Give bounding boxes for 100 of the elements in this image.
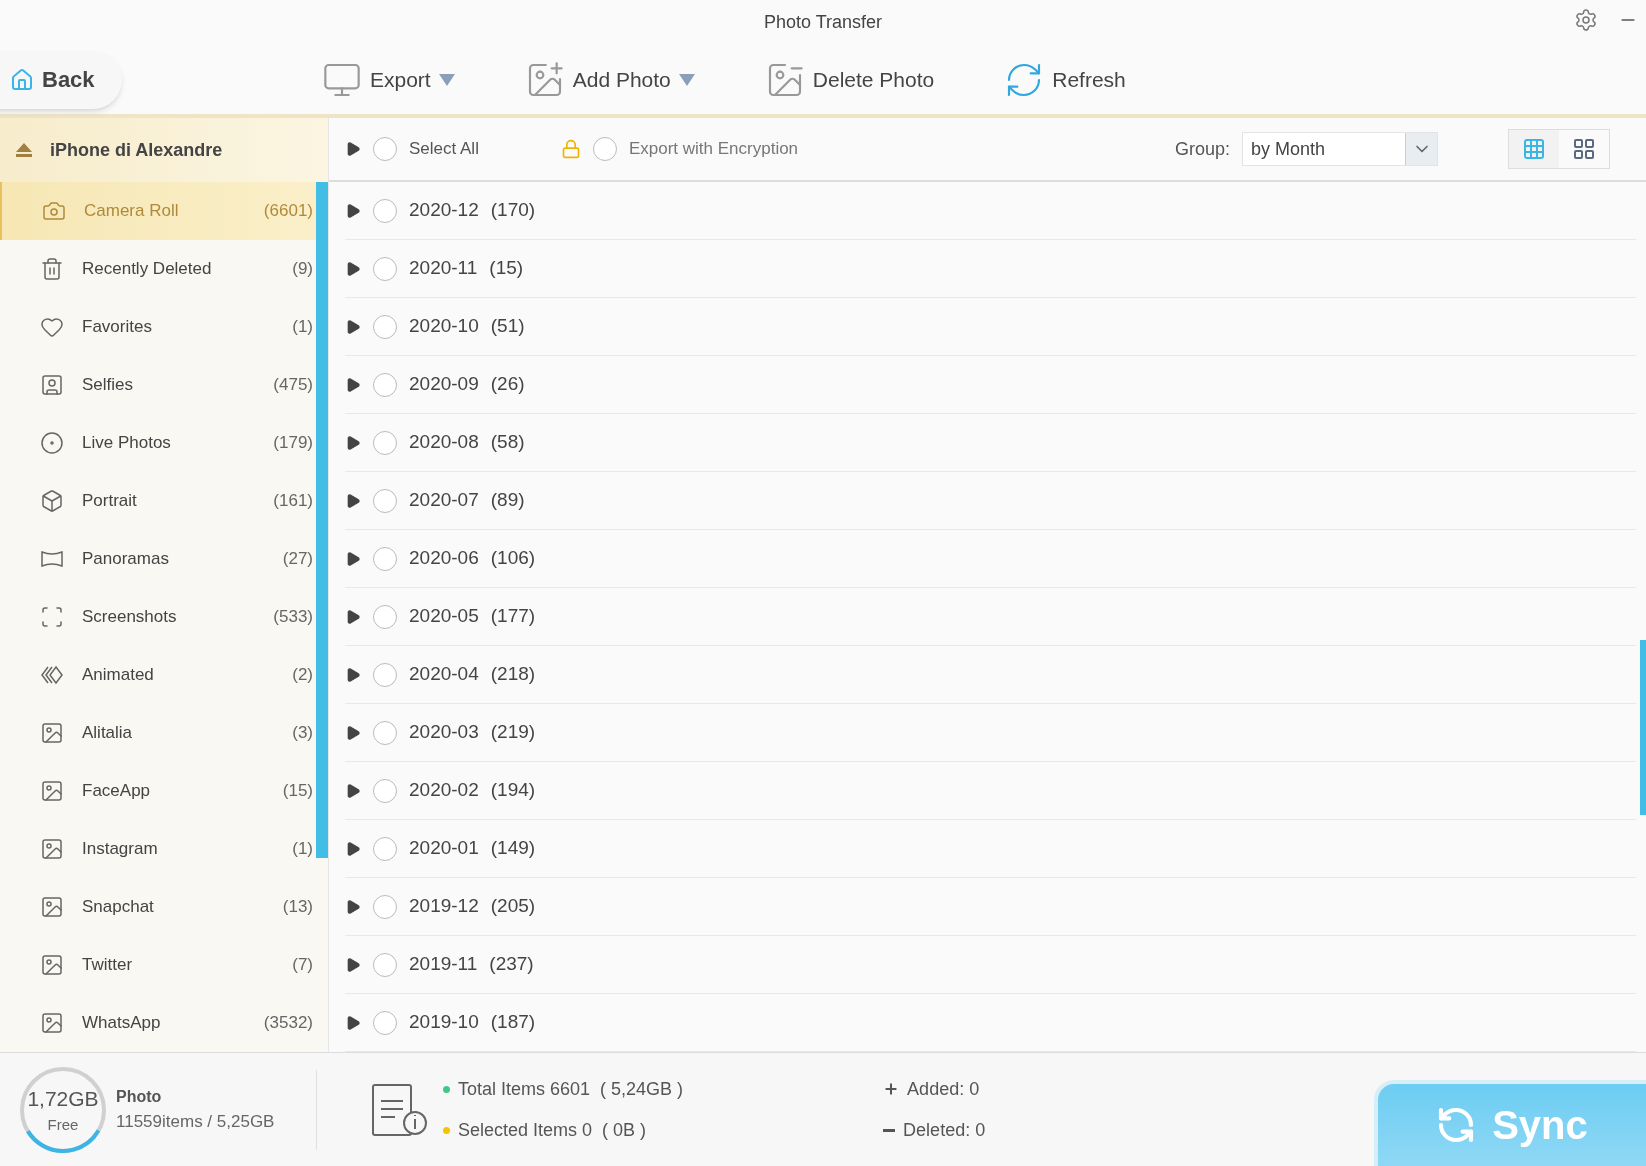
group-label: Group: — [1174, 137, 1230, 161]
expand-icon[interactable] — [345, 492, 361, 509]
expand-icon[interactable] — [345, 724, 361, 741]
group-month: 2020-10 — [409, 314, 479, 339]
group-checkbox[interactable] — [373, 894, 397, 919]
window-title: Photo Transfer — [763, 11, 883, 34]
group-count: (106) — [490, 546, 536, 571]
group-count: (218) — [490, 662, 536, 687]
toolbar-button[interactable]: Export — [322, 59, 455, 100]
expand-icon[interactable] — [345, 141, 361, 157]
group-checkbox[interactable] — [373, 952, 397, 977]
group-month: 2020-01 — [409, 836, 479, 861]
album-icon — [40, 1011, 64, 1035]
dropdown-arrow-icon[interactable] — [678, 73, 695, 86]
sidebar-item[interactable]: Selfies (475) — [0, 356, 316, 414]
group-count: (15) — [489, 256, 524, 281]
scrollbar-thumb[interactable] — [1640, 640, 1646, 815]
group-checkbox[interactable] — [373, 836, 397, 861]
expand-icon[interactable] — [345, 956, 361, 973]
group-month: 2020-07 — [409, 488, 479, 513]
group-checkbox[interactable] — [373, 1010, 397, 1035]
expand-icon[interactable] — [345, 608, 361, 625]
group-month: 2019-11 — [409, 952, 478, 977]
large-grid-icon — [1572, 137, 1596, 161]
group-checkbox[interactable] — [373, 198, 397, 223]
sidebar-item[interactable]: Recently Deleted (9) — [0, 240, 316, 298]
small-grid-icon — [1522, 137, 1546, 161]
camera-icon — [42, 199, 66, 223]
expand-icon[interactable] — [345, 782, 361, 799]
sidebar-item[interactable]: Instagram (1) — [0, 820, 316, 878]
group-count: (89) — [490, 488, 525, 513]
group-checkbox[interactable] — [373, 372, 397, 397]
expand-icon[interactable] — [345, 1014, 361, 1031]
group-count: (149) — [490, 836, 536, 861]
group-count: (58) — [490, 430, 525, 455]
sidebar-item[interactable]: Live Photos (179) — [0, 414, 316, 472]
expand-icon[interactable] — [345, 666, 361, 683]
group-checkbox[interactable] — [373, 488, 397, 513]
lock-icon — [560, 139, 581, 159]
media-detail: 11559items / 5,25GB — [116, 1110, 276, 1133]
sidebar-item[interactable]: FaceApp (15) — [0, 762, 316, 820]
sidebar-item[interactable]: WhatsApp (3532) — [0, 994, 316, 1052]
expand-icon[interactable] — [345, 898, 361, 915]
free-space: 1,72GB — [27, 1085, 99, 1112]
settings-icon[interactable] — [1574, 8, 1598, 32]
sidebar-item[interactable]: Favorites (1) — [0, 298, 316, 356]
group-checkbox[interactable] — [373, 778, 397, 803]
sidebar-item[interactable]: Screenshots (533) — [0, 588, 316, 646]
layers-icon — [40, 663, 64, 687]
group-month: 2020-02 — [409, 778, 479, 803]
cube-icon — [40, 489, 64, 513]
group-checkbox[interactable] — [373, 662, 397, 687]
free-label: Free — [47, 1115, 79, 1135]
sidebar-item[interactable]: Snapchat (13) — [0, 878, 316, 936]
selfie-icon — [40, 373, 64, 397]
expand-icon[interactable] — [345, 318, 361, 335]
group-month: 2020-04 — [409, 662, 479, 687]
group-checkbox[interactable] — [373, 314, 397, 339]
sidebar-item[interactable]: Animated (2) — [0, 646, 316, 704]
back-button[interactable]: Back — [0, 50, 122, 109]
group-count: (219) — [490, 720, 536, 745]
expand-icon[interactable] — [345, 260, 361, 277]
toolbar-button[interactable]: Delete Photo — [764, 59, 935, 100]
group-checkbox[interactable] — [373, 430, 397, 455]
group-month: 2020-05 — [409, 604, 479, 629]
sidebar-item[interactable]: Alitalia (3) — [0, 704, 316, 762]
group-checkbox[interactable] — [373, 256, 397, 281]
encryption-checkbox[interactable] — [592, 137, 617, 161]
media-type: Photo — [116, 1086, 163, 1107]
toolbar-button[interactable]: Refresh — [1004, 59, 1126, 100]
screenshot-icon — [40, 605, 64, 629]
added-count: Added: 0 — [907, 1077, 980, 1101]
group-checkbox[interactable] — [373, 604, 397, 629]
expand-icon[interactable] — [345, 376, 361, 393]
live-icon — [40, 431, 64, 455]
group-count: (187) — [490, 1010, 536, 1035]
sidebar-item[interactable]: Panoramas (27) — [0, 530, 316, 588]
toolbar-button[interactable]: Add Photo — [524, 59, 695, 100]
select-all-checkbox[interactable] — [373, 137, 397, 161]
trash-icon — [40, 257, 64, 281]
group-checkbox[interactable] — [373, 720, 397, 745]
heart-icon — [40, 315, 64, 339]
expand-icon[interactable] — [345, 202, 361, 219]
group-count: (194) — [490, 778, 536, 803]
dropdown-arrow-icon[interactable] — [438, 73, 455, 86]
device-header: iPhone di Alexandre — [0, 118, 328, 182]
expand-icon[interactable] — [345, 840, 361, 857]
large-grid-view-button[interactable] — [1559, 130, 1609, 168]
group-dropdown[interactable]: by Month — [1242, 132, 1438, 166]
sidebar-item[interactable]: Portrait (161) — [0, 472, 316, 530]
expand-icon[interactable] — [345, 550, 361, 567]
total-items: Total Items 6601 ( 5,24GB ) — [458, 1077, 684, 1101]
album-icon — [40, 837, 64, 861]
group-count: (170) — [490, 198, 536, 223]
sidebar-item[interactable]: Twitter (7) — [0, 936, 316, 994]
group-month: 2020-06 — [409, 546, 479, 571]
expand-icon[interactable] — [345, 434, 361, 451]
group-month: 2020-08 — [409, 430, 479, 455]
group-checkbox[interactable] — [373, 546, 397, 571]
group-month: 2020-11 — [409, 256, 478, 281]
